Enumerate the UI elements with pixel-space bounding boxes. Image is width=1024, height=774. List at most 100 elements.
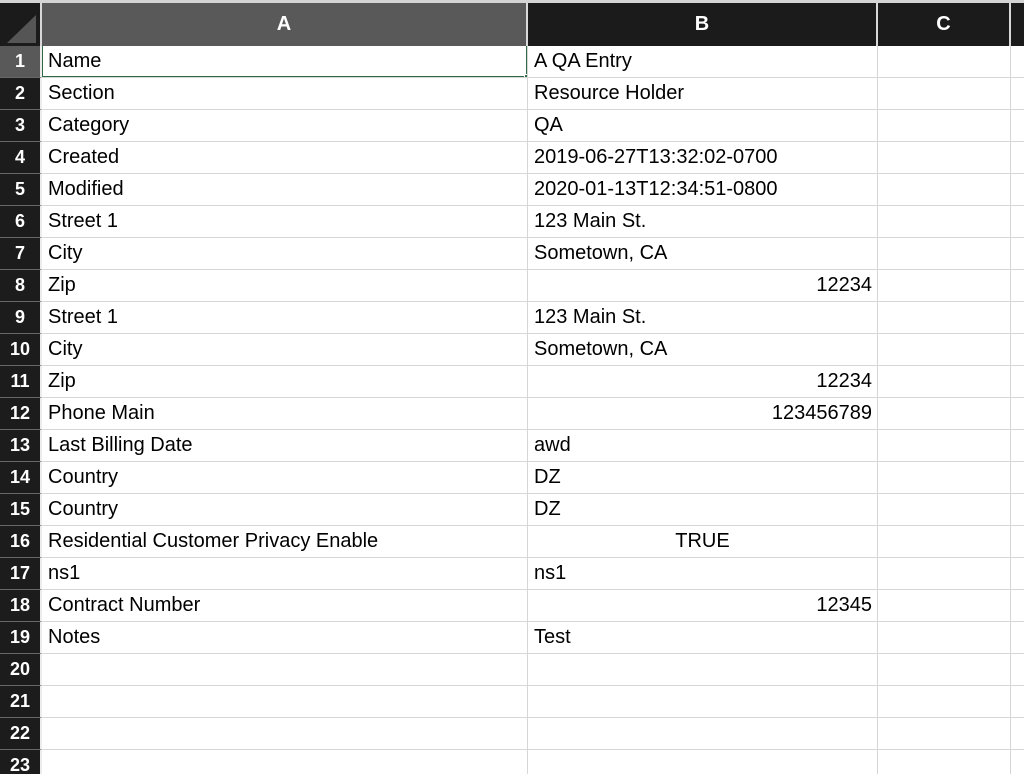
cell-a[interactable]: City [42, 334, 528, 366]
row-header[interactable]: 17 [0, 558, 42, 590]
cell-d[interactable] [1011, 302, 1024, 334]
column-header-b[interactable]: B [528, 3, 878, 46]
cell-c[interactable] [878, 654, 1011, 686]
cell-a[interactable]: Street 1 [42, 206, 528, 238]
cell-d[interactable] [1011, 78, 1024, 110]
cell-c[interactable] [878, 334, 1011, 366]
cell-d[interactable] [1011, 398, 1024, 430]
cell-c[interactable] [878, 174, 1011, 206]
row-header[interactable]: 8 [0, 270, 42, 302]
cell-b[interactable]: TRUE [528, 526, 878, 558]
cell-d[interactable] [1011, 462, 1024, 494]
row-header[interactable]: 15 [0, 494, 42, 526]
cell-c[interactable] [878, 238, 1011, 270]
cell-a[interactable]: Section [42, 78, 528, 110]
cell-d[interactable] [1011, 430, 1024, 462]
cell-d[interactable] [1011, 238, 1024, 270]
cell-b[interactable] [528, 750, 878, 774]
cell-d[interactable] [1011, 46, 1024, 78]
cell-c[interactable] [878, 430, 1011, 462]
cell-a[interactable]: Country [42, 494, 528, 526]
row-header[interactable]: 6 [0, 206, 42, 238]
cell-c[interactable] [878, 46, 1011, 78]
cell-a[interactable]: Category [42, 110, 528, 142]
cell-b[interactable]: Test [528, 622, 878, 654]
cell-a[interactable]: Residential Customer Privacy Enable [42, 526, 528, 558]
cell-b[interactable] [528, 654, 878, 686]
row-header[interactable]: 3 [0, 110, 42, 142]
select-all-button[interactable] [0, 3, 42, 46]
cell-c[interactable] [878, 718, 1011, 750]
cell-b[interactable]: 12234 [528, 366, 878, 398]
cell-a[interactable]: Zip [42, 366, 528, 398]
cell-d[interactable] [1011, 654, 1024, 686]
cell-c[interactable] [878, 462, 1011, 494]
cell-b[interactable]: A QA Entry [528, 46, 878, 78]
row-header[interactable]: 10 [0, 334, 42, 366]
cell-d[interactable] [1011, 174, 1024, 206]
cell-b[interactable]: Resource Holder [528, 78, 878, 110]
cell-b[interactable]: 123 Main St. [528, 206, 878, 238]
cell-c[interactable] [878, 686, 1011, 718]
row-header[interactable]: 7 [0, 238, 42, 270]
cell-a[interactable]: Country [42, 462, 528, 494]
cell-a[interactable]: Zip [42, 270, 528, 302]
cell-a[interactable] [42, 718, 528, 750]
cell-a[interactable]: Name [42, 46, 528, 78]
cell-a[interactable]: Street 1 [42, 302, 528, 334]
cell-b[interactable]: DZ [528, 494, 878, 526]
row-header[interactable]: 22 [0, 718, 42, 750]
cell-d[interactable] [1011, 526, 1024, 558]
cell-a[interactable]: Notes [42, 622, 528, 654]
cell-d[interactable] [1011, 622, 1024, 654]
cell-c[interactable] [878, 526, 1011, 558]
cell-b[interactable]: 123 Main St. [528, 302, 878, 334]
row-header[interactable]: 19 [0, 622, 42, 654]
cell-a[interactable] [42, 686, 528, 718]
cell-c[interactable] [878, 750, 1011, 774]
cell-b[interactable] [528, 686, 878, 718]
row-header[interactable]: 21 [0, 686, 42, 718]
cell-b[interactable]: 12345 [528, 590, 878, 622]
cell-b[interactable]: QA [528, 110, 878, 142]
cell-c[interactable] [878, 622, 1011, 654]
row-header[interactable]: 18 [0, 590, 42, 622]
cell-c[interactable] [878, 398, 1011, 430]
cell-d[interactable] [1011, 590, 1024, 622]
cell-c[interactable] [878, 590, 1011, 622]
cell-c[interactable] [878, 366, 1011, 398]
cell-a[interactable]: Created [42, 142, 528, 174]
cell-d[interactable] [1011, 110, 1024, 142]
cell-d[interactable] [1011, 494, 1024, 526]
cell-c[interactable] [878, 142, 1011, 174]
cell-c[interactable] [878, 78, 1011, 110]
cell-b[interactable]: Sometown, CA [528, 238, 878, 270]
cell-a[interactable]: Last Billing Date [42, 430, 528, 462]
cell-d[interactable] [1011, 750, 1024, 774]
row-header[interactable]: 16 [0, 526, 42, 558]
row-header[interactable]: 4 [0, 142, 42, 174]
cell-b[interactable]: 2020-01-13T12:34:51-0800 [528, 174, 878, 206]
cell-a[interactable] [42, 654, 528, 686]
column-header-d[interactable] [1011, 3, 1024, 46]
row-header[interactable]: 12 [0, 398, 42, 430]
cell-b[interactable]: Sometown, CA [528, 334, 878, 366]
cell-a[interactable]: Modified [42, 174, 528, 206]
row-header[interactable]: 23 [0, 750, 42, 774]
cell-d[interactable] [1011, 718, 1024, 750]
cell-c[interactable] [878, 270, 1011, 302]
cell-c[interactable] [878, 302, 1011, 334]
row-header[interactable]: 14 [0, 462, 42, 494]
column-header-c[interactable]: C [878, 3, 1011, 46]
cell-c[interactable] [878, 206, 1011, 238]
cell-b[interactable]: 2019-06-27T13:32:02-0700 [528, 142, 878, 174]
row-header[interactable]: 1 [0, 46, 42, 78]
cell-a[interactable] [42, 750, 528, 774]
cell-b[interactable]: 123456789 [528, 398, 878, 430]
cell-c[interactable] [878, 494, 1011, 526]
cell-d[interactable] [1011, 334, 1024, 366]
cell-a[interactable]: City [42, 238, 528, 270]
cell-d[interactable] [1011, 206, 1024, 238]
row-header[interactable]: 11 [0, 366, 42, 398]
cell-b[interactable]: 12234 [528, 270, 878, 302]
